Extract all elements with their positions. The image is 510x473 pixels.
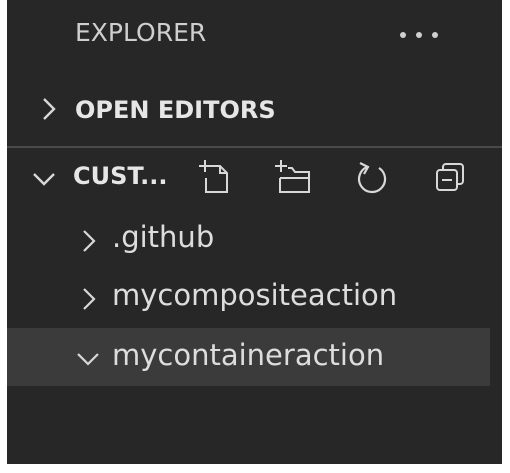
tree-item-mycontaineraction[interactable]: mycontaineraction <box>7 328 490 386</box>
new-file-icon[interactable] <box>196 158 234 196</box>
tree-item-label: .github <box>112 220 215 254</box>
chevron-right-icon <box>75 228 101 254</box>
chevron-down-icon <box>75 346 101 372</box>
chevron-right-icon <box>75 286 101 312</box>
chevron-down-icon <box>31 166 57 192</box>
explorer-header: EXPLORER <box>7 0 502 72</box>
tree-item-github[interactable]: .github <box>7 210 502 268</box>
tree-item-label: mycontaineraction <box>112 338 385 372</box>
section-label-folder: CUST... <box>73 162 168 190</box>
explorer-panel: EXPLORER OPEN EDITORS CUST... .github my… <box>7 0 502 464</box>
chevron-right-icon <box>35 96 61 122</box>
collapse-all-icon[interactable] <box>431 158 469 196</box>
section-label-open-editors: OPEN EDITORS <box>75 96 276 124</box>
new-folder-icon[interactable] <box>272 158 310 196</box>
ellipsis-icon[interactable] <box>400 32 440 40</box>
section-open-editors[interactable]: OPEN EDITORS <box>7 82 502 140</box>
refresh-icon[interactable] <box>353 158 391 196</box>
section-folder[interactable]: CUST... <box>7 146 502 206</box>
tree-item-label: mycompositeaction <box>112 278 398 312</box>
tree-item-mycompositeaction[interactable]: mycompositeaction <box>7 268 502 326</box>
explorer-title: EXPLORER <box>75 18 207 47</box>
